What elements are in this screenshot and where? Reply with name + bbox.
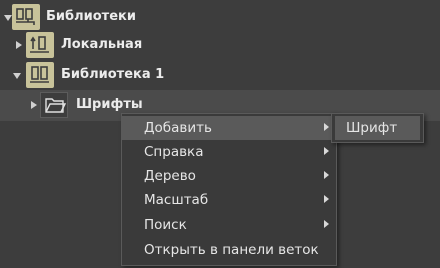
expand-arrow-icon[interactable] (29, 100, 39, 110)
tree-item-library-1[interactable]: Библиотека 1 (0, 60, 440, 90)
context-menu: Добавить Справка Дерево Масштаб Поиск От… (121, 113, 337, 266)
submenu-item-font[interactable]: Шрифт (335, 116, 420, 140)
menu-item-open-in-branch-panel[interactable]: Открыть в панели веток (122, 238, 336, 262)
tree-item-label: Локальная (61, 37, 143, 52)
tree-item-libraries[interactable]: Библиотеки (0, 2, 440, 32)
submenu-arrow-icon (324, 195, 329, 203)
local-library-icon (26, 32, 54, 58)
tree-item-label: Библиотека 1 (61, 67, 165, 82)
submenu-item-label: Шрифт (346, 120, 398, 136)
add-submenu: Шрифт (331, 113, 424, 143)
menu-item-label: Дерево (144, 168, 196, 184)
tree-item-label: Библиотеки (46, 9, 136, 24)
menu-item-zoom[interactable]: Масштаб (122, 188, 336, 212)
folder-icon (45, 98, 67, 113)
menu-item-label: Поиск (144, 217, 187, 233)
menu-item-add[interactable]: Добавить (122, 116, 336, 140)
collapse-arrow-icon[interactable] (12, 71, 22, 81)
tree-item-local[interactable]: Локальная (0, 30, 440, 60)
expand-arrow-icon[interactable] (14, 40, 24, 50)
menu-item-label: Справка (144, 144, 204, 160)
submenu-arrow-icon (324, 171, 329, 179)
menu-item-label: Открыть в панели веток (144, 242, 319, 258)
submenu-arrow-icon (324, 147, 329, 155)
menu-item-label: Добавить (144, 120, 212, 136)
menu-item-help[interactable]: Справка (122, 140, 336, 164)
menu-item-search[interactable]: Поиск (122, 213, 336, 237)
menu-item-label: Масштаб (144, 192, 209, 208)
submenu-arrow-icon (324, 220, 329, 228)
tree-item-label: Шрифты (76, 97, 143, 112)
library-icon (26, 62, 54, 88)
libraries-icon (12, 4, 40, 30)
menu-item-tree[interactable]: Дерево (122, 164, 336, 188)
submenu-arrow-icon (324, 123, 329, 131)
